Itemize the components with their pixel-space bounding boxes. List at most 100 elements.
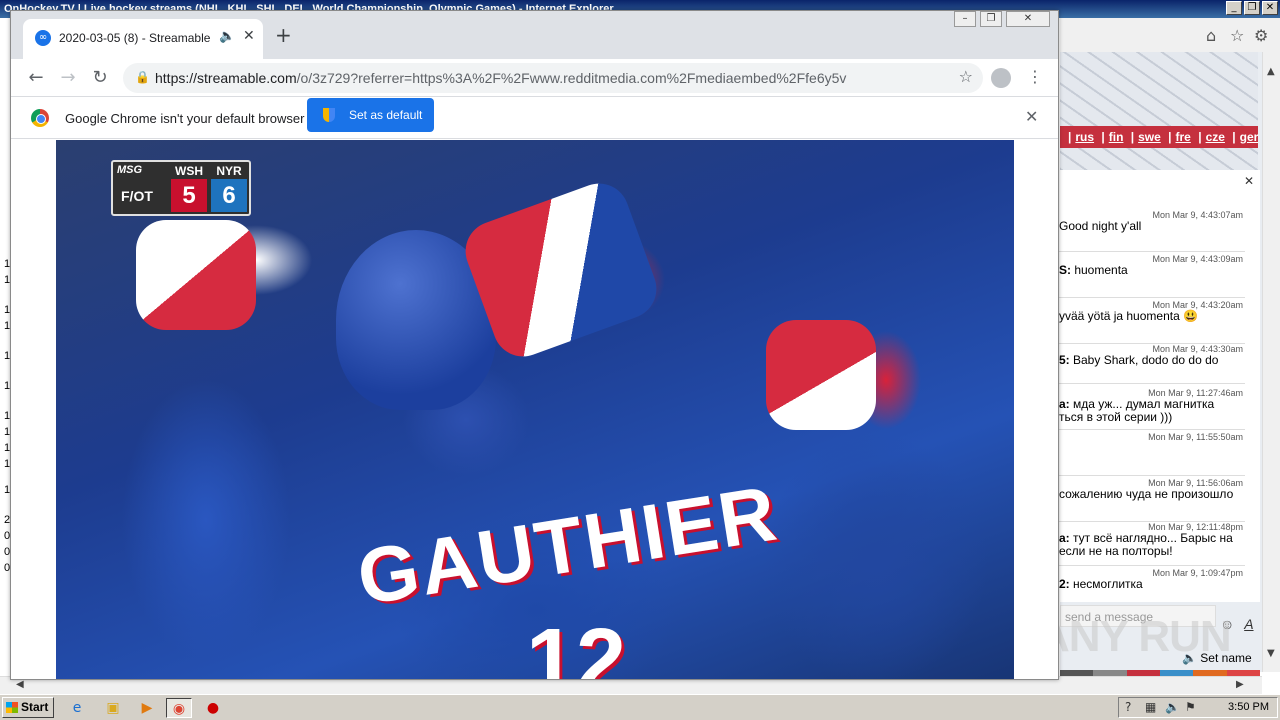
page-content: GAUTHIER 12 MSG F/OT WSH NYR 5 6: [11, 140, 1058, 679]
chat-message: Mon Mar 9, 4:43:30am 5: Baby Shark, dodo…: [1059, 344, 1245, 384]
set-as-default-button[interactable]: Set as default: [307, 98, 434, 132]
chat-text: S: huomenta: [1059, 264, 1245, 277]
media-player-quicklaunch-icon[interactable]: ▶: [134, 698, 160, 718]
chrome-minimize-button[interactable]: –: [954, 11, 976, 27]
lang-link-fre[interactable]: fre: [1176, 130, 1191, 144]
default-browser-infobar: Google Chrome isn't your default browser…: [11, 97, 1058, 139]
page-vertical-scrollbar[interactable]: ▲ ▼: [1262, 52, 1280, 672]
ie-window-controls: _ ❐ ✕: [1226, 1, 1278, 15]
address-bar[interactable]: 🔒 https://streamable.com/o/3z729?referre…: [123, 63, 983, 93]
chat-message: Mon Mar 9, 11:27:46am a: мда уж... думал…: [1059, 388, 1245, 430]
ie-minimize-button[interactable]: _: [1226, 1, 1242, 15]
ie-restore-button[interactable]: ❐: [1244, 1, 1260, 15]
chrome-window: ∞ 2020-03-05 (8) - Streamable 🔈 ✕ + – ❐ …: [10, 10, 1059, 680]
url-text[interactable]: https://streamable.com/o/3z729?referrer=…: [155, 70, 846, 86]
reload-icon[interactable]: ↻: [87, 65, 113, 91]
set-as-default-label: Set as default: [349, 108, 423, 122]
chrome-restore-button[interactable]: ❐: [980, 11, 1002, 27]
chat-panel: ✕ Mon Mar 9, 4:43:07am Good night y'all …: [1058, 170, 1260, 602]
start-button[interactable]: Start: [2, 697, 54, 718]
chat-user: a:: [1059, 531, 1070, 545]
chat-text: сожалению чуда не произошло: [1059, 487, 1234, 501]
chat-message: Mon Mar 9, 4:43:07am Good night y'all: [1059, 210, 1245, 252]
tab-title: 2020-03-05 (8) - Streamable: [59, 31, 211, 45]
tab-close-icon[interactable]: ✕: [243, 28, 255, 44]
scroll-up-arrow-icon[interactable]: ▲: [1267, 66, 1275, 77]
video-player[interactable]: GAUTHIER 12 MSG F/OT WSH NYR 5 6: [56, 140, 1014, 679]
clock[interactable]: 3:50 PM: [1228, 701, 1269, 713]
chrome-taskbar-icon[interactable]: ◉: [166, 698, 192, 718]
scroll-down-arrow-icon[interactable]: ▼: [1267, 648, 1275, 659]
new-tab-plus-icon[interactable]: +: [275, 25, 292, 45]
chat-user: 5:: [1059, 353, 1070, 367]
favorites-star-icon[interactable]: ☆: [1230, 26, 1244, 45]
help-tray-icon[interactable]: ?: [1125, 700, 1131, 714]
shield-icon: [323, 108, 335, 122]
lang-link-swe[interactable]: swe: [1138, 130, 1161, 144]
away-team-abbr: WSH: [175, 164, 203, 178]
network-tray-icon[interactable]: ▦: [1145, 700, 1156, 714]
back-arrow-icon[interactable]: ←: [23, 65, 49, 91]
chrome-logo-icon: [31, 109, 49, 127]
jersey-number-text: 12: [526, 611, 627, 679]
lang-link-rus[interactable]: rus: [1075, 130, 1094, 144]
security-alert-taskbar-icon[interactable]: ●: [200, 698, 226, 718]
forward-arrow-icon[interactable]: →: [55, 65, 81, 91]
chat-message: Mon Mar 9, 4:43:09am S: huomenta: [1059, 254, 1245, 298]
text-format-icon[interactable]: A: [1244, 616, 1253, 632]
windows-taskbar: Start e ▣ ▶ ◉ ● ? ▦ 🔈 ⚑ 3:50 PM: [0, 694, 1280, 720]
chat-message: Mon Mar 9, 11:56:06am сожалению чуда не …: [1059, 478, 1245, 522]
ie-toolbar: ⌂ ☆ ⚙: [1060, 18, 1280, 52]
lock-icon[interactable]: 🔒: [135, 70, 150, 84]
scroll-right-arrow-icon[interactable]: ▶: [1236, 679, 1244, 690]
chat-user: S:: [1059, 263, 1071, 277]
chat-body: несмоглитка: [1069, 577, 1143, 591]
chat-message: Mon Mar 9, 11:55:50am: [1059, 432, 1245, 476]
ie-close-button[interactable]: ✕: [1262, 1, 1278, 15]
kebab-menu-icon[interactable]: ⋮: [1027, 67, 1043, 86]
chat-message: Mon Mar 9, 1:09:47pm 2: несмоглитка: [1059, 568, 1245, 598]
url-path: /o/3z729?referrer=https%3A%2F%2Fwww.redd…: [296, 70, 847, 86]
chat-body: тут всё наглядно... Барыс на если не на …: [1059, 531, 1233, 558]
chat-text: a: тут всё наглядно... Барыс на если не …: [1059, 532, 1245, 558]
anyrun-watermark: ANY RUN: [1038, 612, 1232, 661]
chat-close-icon[interactable]: ✕: [1244, 174, 1254, 188]
scroll-left-arrow-icon[interactable]: ◀: [16, 679, 24, 690]
chat-text: a: мда уж... думал магнитка ться в этой …: [1059, 398, 1245, 424]
volume-tray-icon[interactable]: 🔈: [1165, 700, 1180, 714]
chat-body: мда уж... думал магнитка ться в этой сер…: [1059, 397, 1215, 424]
infobar-close-icon[interactable]: ✕: [1025, 107, 1038, 126]
home-score: 6: [211, 179, 247, 212]
bookmark-star-icon[interactable]: ☆: [959, 67, 973, 86]
lang-link-fin[interactable]: fin: [1109, 130, 1124, 144]
lang-link-cze[interactable]: cze: [1206, 130, 1225, 144]
chrome-window-controls: – ❐ ✕: [954, 11, 1050, 27]
chat-text: 2: несмоглитка: [1059, 578, 1245, 591]
streamable-favicon-icon: ∞: [35, 30, 51, 46]
chat-body: huomenta: [1071, 263, 1128, 277]
navigation-bar: ← → ↻ 🔒 https://streamable.com/o/3z729?r…: [11, 59, 1058, 97]
chat-body: Baby Shark, dodo do do do: [1069, 353, 1219, 367]
chrome-close-button[interactable]: ✕: [1006, 11, 1050, 27]
profile-avatar-icon[interactable]: [991, 68, 1011, 88]
folder-quicklaunch-icon[interactable]: ▣: [100, 698, 126, 718]
tab-strip: ∞ 2020-03-05 (8) - Streamable 🔈 ✕ + – ❐ …: [11, 11, 1058, 59]
ie-quicklaunch-icon[interactable]: e: [64, 698, 90, 718]
lang-link-ger[interactable]: ger: [1240, 130, 1258, 144]
settings-gear-icon[interactable]: ⚙: [1254, 26, 1268, 45]
flag-tray-icon[interactable]: ⚑: [1185, 700, 1196, 714]
video-frame-glove: [136, 220, 256, 330]
video-frame-glove: [766, 320, 876, 430]
chat-message: Mon Mar 9, 12:11:48pm a: тут всё наглядн…: [1059, 522, 1245, 566]
chat-timestamp: Mon Mar 9, 11:55:50am: [1148, 432, 1243, 442]
away-score: 5: [171, 179, 207, 212]
chat-user: a:: [1059, 397, 1070, 411]
scorebug: MSG F/OT WSH NYR 5 6: [111, 160, 251, 216]
chat-text: Good night y'all: [1059, 219, 1142, 233]
browser-tab-active[interactable]: ∞ 2020-03-05 (8) - Streamable 🔈 ✕: [23, 19, 263, 59]
chat-text: 5: Baby Shark, dodo do do do: [1059, 354, 1245, 367]
chat-user: 2:: [1059, 577, 1070, 591]
home-team-abbr: NYR: [216, 164, 242, 178]
home-icon[interactable]: ⌂: [1206, 26, 1216, 45]
tab-audio-icon[interactable]: 🔈: [219, 29, 235, 44]
